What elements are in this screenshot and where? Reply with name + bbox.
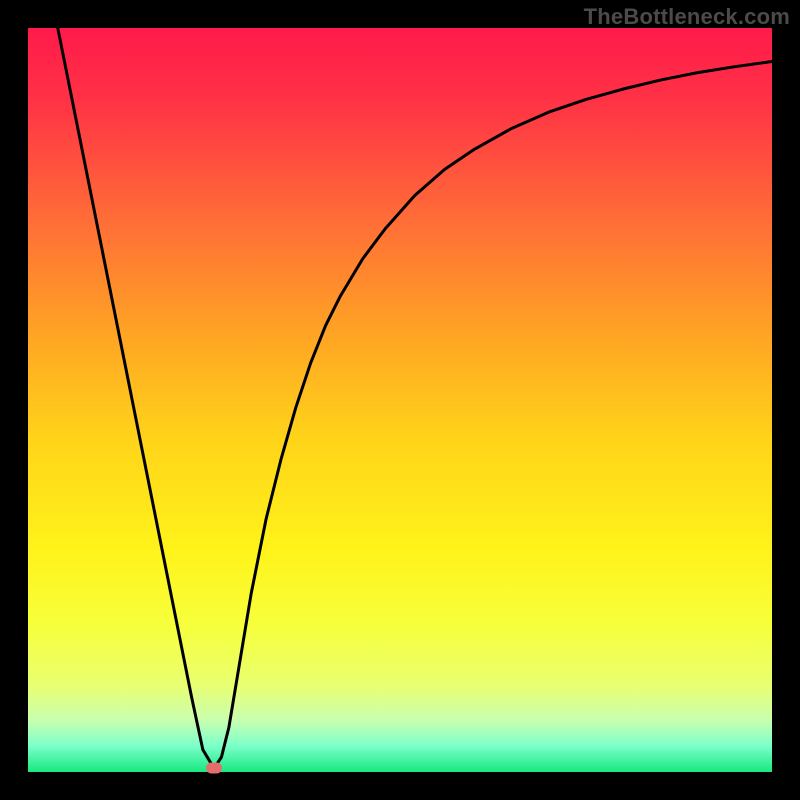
chart-frame	[28, 28, 772, 772]
chart-svg	[28, 28, 772, 772]
watermark-text: TheBottleneck.com	[584, 4, 790, 30]
optimal-point-marker	[206, 763, 222, 774]
gradient-background	[28, 28, 772, 772]
